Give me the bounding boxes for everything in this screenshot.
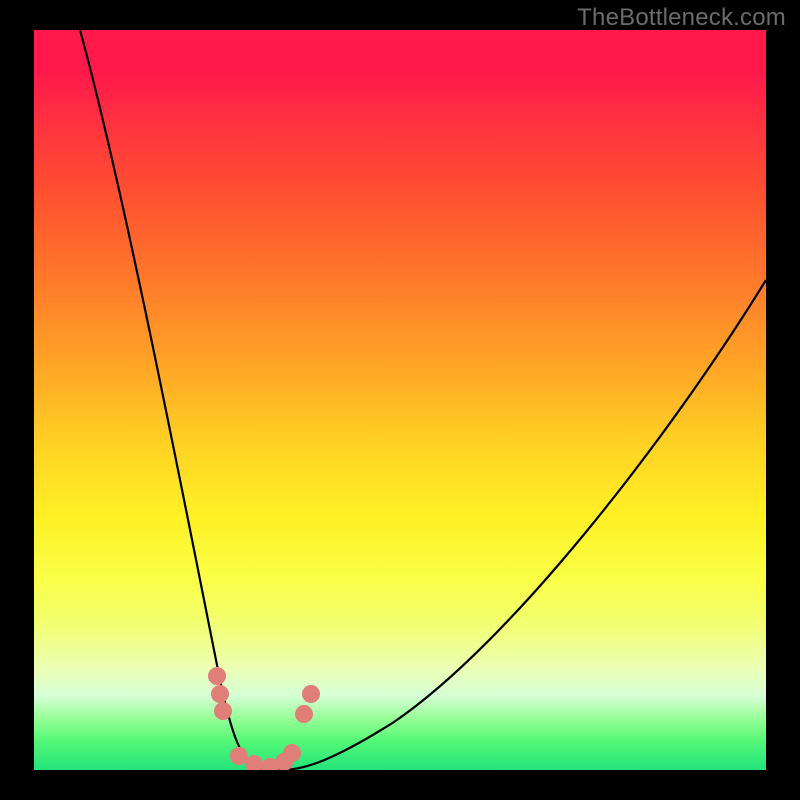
marker-dot (295, 705, 313, 723)
outer-frame: TheBottleneck.com (0, 0, 800, 800)
marker-dot (208, 667, 226, 685)
marker-dot (214, 702, 232, 720)
watermark-text: TheBottleneck.com (577, 4, 786, 32)
marker-dot (283, 744, 301, 762)
marker-dot (211, 685, 229, 703)
plot-area (34, 30, 766, 770)
marker-dot (302, 685, 320, 703)
marker-group (208, 667, 320, 770)
curve-left (80, 30, 258, 770)
curve-right (282, 280, 766, 770)
chart-svg (34, 30, 766, 770)
